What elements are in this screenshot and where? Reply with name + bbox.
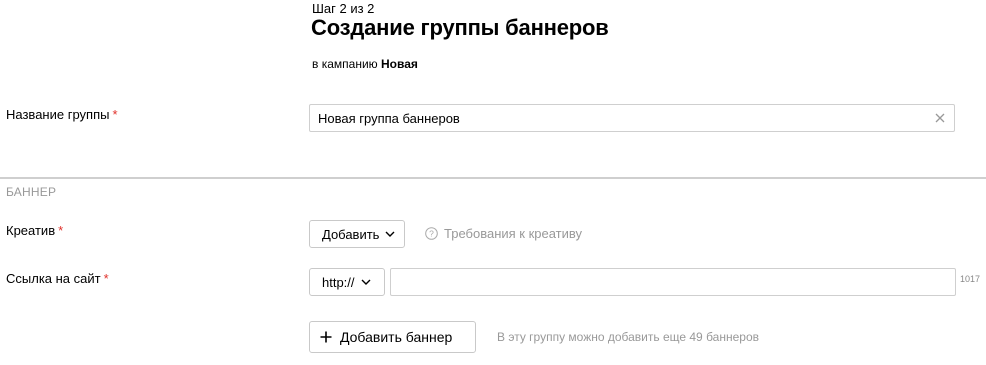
group-name-value[interactable]: Новая группа баннеров: [318, 111, 460, 126]
chevron-down-icon: [385, 231, 395, 237]
site-url-input[interactable]: [390, 268, 956, 296]
site-link-label: Ссылка на сайт *: [6, 271, 109, 286]
add-creative-label[interactable]: Добавить: [322, 227, 379, 242]
campaign-info: в кампанию Новая: [312, 57, 418, 71]
add-banner-label[interactable]: Добавить баннер: [340, 329, 452, 345]
protocol-select[interactable]: http://: [309, 268, 385, 296]
chevron-down-icon: [361, 279, 371, 285]
required-mark: *: [112, 107, 118, 122]
char-counter: 1017: [960, 274, 981, 284]
question-icon: ?: [425, 227, 438, 240]
section-divider: [0, 177, 986, 179]
protocol-value[interactable]: http://: [322, 275, 355, 290]
group-name-label-text: Название группы: [6, 107, 110, 122]
add-banner-button[interactable]: Добавить баннер: [309, 321, 476, 353]
add-creative-button[interactable]: Добавить: [309, 220, 405, 248]
svg-text:?: ?: [429, 229, 434, 239]
plus-icon: [320, 331, 332, 343]
group-name-input[interactable]: Новая группа баннеров: [309, 104, 955, 132]
campaign-prefix: в кампанию: [312, 57, 378, 71]
close-icon[interactable]: [933, 111, 947, 125]
creative-requirements-link[interactable]: ? Требования к креативу: [425, 226, 582, 241]
campaign-name: Новая: [381, 57, 418, 71]
page-title: Создание группы баннеров: [311, 15, 609, 40]
creative-label: Креатив *: [6, 223, 63, 238]
site-link-label-text: Ссылка на сайт: [6, 271, 101, 286]
required-mark: *: [58, 223, 64, 238]
creative-label-text: Креатив: [6, 223, 56, 238]
step-indicator: Шаг 2 из 2: [312, 1, 375, 16]
requirements-text[interactable]: Требования к креативу: [444, 226, 582, 241]
remaining-banners-note: В эту группу можно добавить еще 49 банне…: [497, 330, 759, 344]
banner-section-title: БАННЕР: [6, 185, 57, 199]
required-mark: *: [103, 271, 109, 286]
group-name-label: Название группы *: [6, 107, 118, 122]
